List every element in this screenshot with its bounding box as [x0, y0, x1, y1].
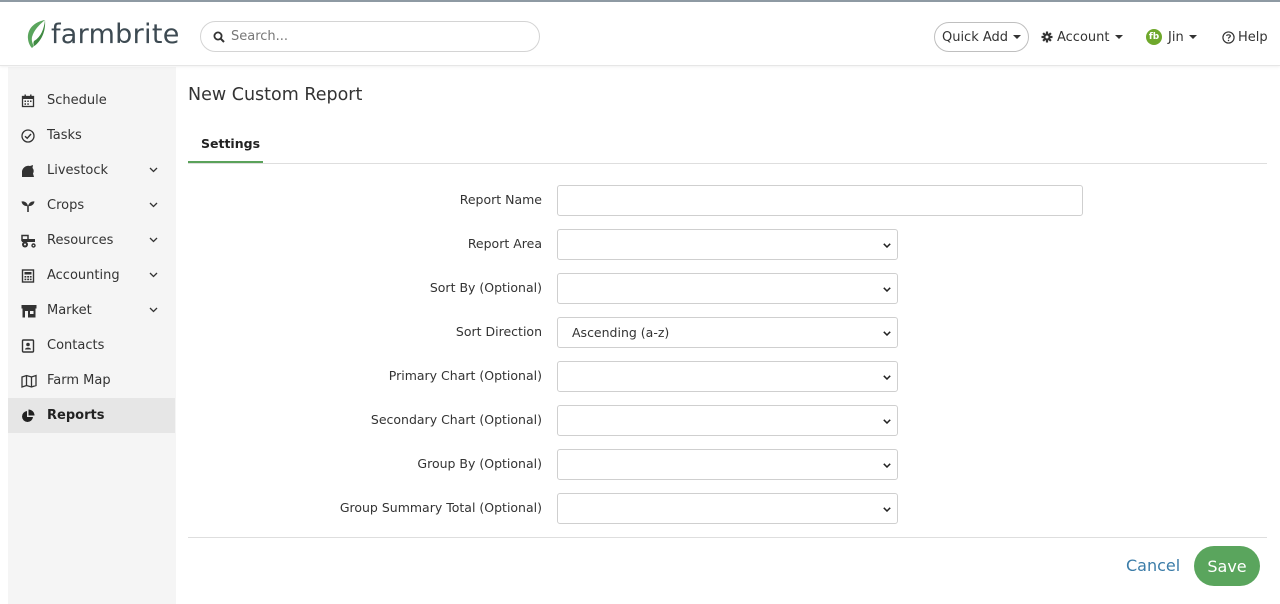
store-icon: [21, 305, 37, 318]
search-icon: [213, 31, 225, 43]
sidebar-item-tasks[interactable]: Tasks: [8, 118, 175, 153]
sidebar-item-schedule[interactable]: Schedule: [8, 83, 175, 118]
caret-down-icon: [1114, 35, 1123, 39]
sidebar-item-label: Contacts: [47, 338, 105, 353]
pie-chart-icon: [22, 409, 35, 422]
map-icon: [21, 374, 37, 388]
caret-down-icon: [1188, 35, 1197, 39]
tab-divider: [188, 163, 1267, 164]
chevron-down-icon: [883, 463, 891, 468]
sidebar-item-livestock[interactable]: Livestock: [8, 153, 175, 188]
form-row-group-by: Group By (Optional): [188, 449, 1268, 480]
report-area-label: Report Area: [467, 236, 542, 251]
livestock-icon: [22, 165, 34, 177]
sort-direction-value: Ascending (a-z): [572, 325, 670, 340]
tab-settings[interactable]: Settings: [188, 134, 263, 164]
form-row-sort-by: Sort By (Optional): [188, 273, 1268, 304]
sidebar-item-label: Reports: [47, 408, 105, 423]
sidebar-item-label: Resources: [47, 233, 114, 248]
chevron-down-icon: [149, 167, 158, 173]
sidebar-item-reports[interactable]: Reports: [8, 398, 175, 433]
group-by-label: Group By (Optional): [417, 456, 542, 471]
chevron-down-icon: [149, 202, 158, 208]
chevron-down-icon: [883, 375, 891, 380]
form-row-primary-chart: Primary Chart (Optional): [188, 361, 1268, 392]
gear-icon: [1041, 31, 1053, 43]
report-name-label: Report Name: [459, 192, 542, 207]
report-area-select[interactable]: [557, 229, 898, 260]
form-row-report-name: Report Name: [188, 185, 1268, 216]
sidebar-item-contacts[interactable]: Contacts: [8, 328, 175, 363]
form-row-sort-direction: Sort Direction Ascending (a-z): [188, 317, 1268, 348]
report-name-input[interactable]: [557, 185, 1083, 216]
sidebar-item-market[interactable]: Market: [8, 293, 175, 328]
primary-chart-label: Primary Chart (Optional): [388, 368, 542, 383]
user-name: Jin: [1168, 29, 1184, 45]
calendar-icon: [21, 94, 35, 108]
chevron-down-icon: [883, 243, 891, 248]
search-input[interactable]: [231, 29, 521, 44]
group-summary-total-select[interactable]: [557, 493, 898, 524]
sidebar-item-farm-map[interactable]: Farm Map: [8, 363, 175, 398]
sidebar-item-label: Tasks: [47, 128, 82, 143]
sidebar: Schedule Tasks Livestock Crops Resources…: [8, 67, 176, 604]
tractor-icon: [21, 234, 36, 248]
sidebar-item-label: Schedule: [47, 93, 107, 108]
chevron-down-icon: [883, 419, 891, 424]
form-row-group-summary-total: Group Summary Total (Optional): [188, 493, 1268, 524]
form-footer-divider: [188, 537, 1267, 538]
quick-add-label: Quick Add: [941, 29, 1009, 45]
help-link[interactable]: Help: [1222, 28, 1268, 46]
chevron-down-icon: [883, 331, 891, 336]
main-content: New Custom Report Settings Report Name R…: [176, 67, 1280, 604]
sidebar-item-label: Farm Map: [47, 373, 111, 388]
chevron-down-icon: [149, 237, 158, 243]
sort-direction-label: Sort Direction: [455, 324, 542, 339]
sort-direction-select[interactable]: Ascending (a-z): [557, 317, 898, 348]
chevron-down-icon: [149, 272, 158, 278]
group-by-select[interactable]: [557, 449, 898, 480]
page-title: New Custom Report: [188, 85, 363, 105]
sort-by-label: Sort By (Optional): [429, 280, 542, 295]
quick-add-button[interactable]: Quick Add: [934, 22, 1029, 52]
brand-name: farmbrite: [51, 18, 180, 50]
sprout-icon: [21, 201, 35, 212]
sidebar-item-accounting[interactable]: Accounting: [8, 258, 175, 293]
chevron-down-icon: [149, 307, 158, 313]
save-button[interactable]: Save: [1194, 546, 1260, 586]
sidebar-item-label: Accounting: [47, 268, 120, 283]
chevron-down-icon: [883, 287, 891, 292]
form-row-report-area: Report Area: [188, 229, 1268, 260]
sidebar-item-crops[interactable]: Crops: [8, 188, 175, 223]
contact-card-icon: [21, 339, 35, 353]
sort-by-select[interactable]: [557, 273, 898, 304]
secondary-chart-label: Secondary Chart (Optional): [370, 412, 542, 427]
form-row-secondary-chart: Secondary Chart (Optional): [188, 405, 1268, 436]
group-summary-total-label: Group Summary Total (Optional): [339, 500, 542, 515]
leaf-logo-icon: [27, 20, 46, 48]
primary-chart-select[interactable]: [557, 361, 898, 392]
question-circle-icon: [1222, 30, 1235, 44]
user-menu[interactable]: fb Jin: [1146, 28, 1197, 46]
sidebar-item-resources[interactable]: Resources: [8, 223, 175, 258]
sidebar-item-label: Livestock: [47, 163, 109, 178]
sidebar-item-label: Crops: [47, 198, 85, 213]
account-label: Account: [1057, 29, 1110, 45]
top-navbar: farmbrite Quick Add Account fb Jin: [0, 0, 1280, 66]
account-menu[interactable]: Account: [1041, 28, 1123, 46]
caret-down-icon: [1013, 35, 1022, 39]
farmbrite-logo[interactable]: farmbrite: [25, 16, 180, 52]
calculator-icon: [21, 269, 35, 283]
cancel-button[interactable]: Cancel: [1126, 556, 1180, 575]
avatar: fb: [1146, 29, 1162, 45]
secondary-chart-select[interactable]: [557, 405, 898, 436]
search-box[interactable]: [200, 21, 540, 52]
check-circle-icon: [21, 129, 35, 143]
sidebar-item-label: Market: [47, 303, 92, 318]
chevron-down-icon: [883, 507, 891, 512]
help-label: Help: [1238, 29, 1268, 45]
